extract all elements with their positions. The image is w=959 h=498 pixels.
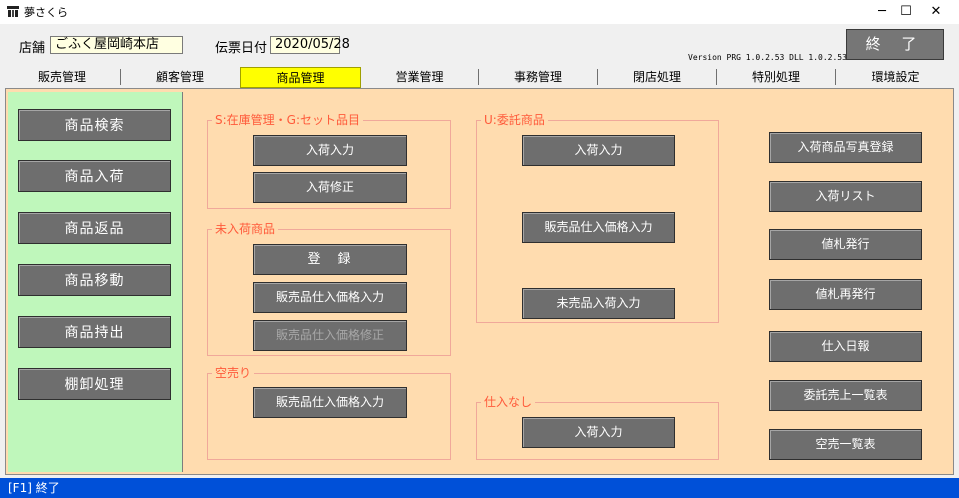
- empty-sale-list-button[interactable]: 空売一覧表: [769, 429, 922, 460]
- tab-business[interactable]: 営業管理: [361, 67, 478, 88]
- store-label: 店舗: [19, 41, 46, 56]
- status-text: [F1] 終了: [8, 481, 60, 495]
- stock-arrival-input-button[interactable]: 入荷入力: [253, 135, 407, 166]
- price-tag-issue-button[interactable]: 値札発行: [769, 229, 922, 260]
- tab-settings[interactable]: 環境設定: [836, 67, 955, 88]
- version-text: Version PRG 1.0.2.53 DLL 1.0.2.53: [688, 53, 847, 62]
- date-field[interactable]: 2020/05/28: [270, 36, 350, 54]
- app-logo-icon: [6, 5, 20, 18]
- empty-sale-group-title: 空売り: [212, 366, 255, 380]
- price-tag-reissue-button[interactable]: 値札再発行: [769, 279, 922, 310]
- product-arrival-button[interactable]: 商品入荷: [18, 160, 171, 192]
- stock-arrival-edit-button[interactable]: 入荷修正: [253, 172, 407, 203]
- tab-special[interactable]: 特別処理: [717, 67, 835, 88]
- consignment-arrival-input-button[interactable]: 入荷入力: [522, 135, 675, 166]
- no-purchase-group-title: 仕入なし: [481, 395, 536, 409]
- product-move-button[interactable]: 商品移動: [18, 264, 171, 296]
- exit-button[interactable]: 終 了: [846, 29, 944, 60]
- arrival-list-button[interactable]: 入荷リスト: [769, 181, 922, 212]
- arrival-photo-register-button[interactable]: 入荷商品写真登録: [769, 132, 922, 163]
- tab-bar: 販売管理 顧客管理 商品管理 営業管理 事務管理 閉店処理 特別処理 環境設定: [4, 67, 955, 88]
- consignment-cost-input-button[interactable]: 販売品仕入価格入力: [522, 212, 675, 243]
- empty-sale-cost-input-button[interactable]: 販売品仕入価格入力: [253, 387, 407, 418]
- tab-closing[interactable]: 閉店処理: [598, 67, 716, 88]
- purchase-daily-report-button[interactable]: 仕入日報: [769, 331, 922, 362]
- store-field[interactable]: ごふく屋岡崎本店: [50, 36, 183, 54]
- tab-customers[interactable]: 顧客管理: [121, 67, 239, 88]
- no-purchase-arrival-input-button[interactable]: 入荷入力: [522, 417, 675, 448]
- date-label: 伝票日付: [215, 41, 268, 56]
- tab-sales[interactable]: 販売管理: [4, 67, 120, 88]
- register-button[interactable]: 登 録: [253, 244, 407, 275]
- product-return-button[interactable]: 商品返品: [18, 212, 171, 244]
- sold-item-cost-input-button[interactable]: 販売品仕入価格入力: [253, 282, 407, 313]
- product-takeout-button[interactable]: 商品持出: [18, 316, 171, 348]
- unsold-arrival-input-button[interactable]: 未売品入荷入力: [522, 288, 675, 319]
- tab-office[interactable]: 事務管理: [479, 67, 597, 88]
- inventory-button[interactable]: 棚卸処理: [18, 368, 171, 400]
- product-search-button[interactable]: 商品検索: [18, 109, 171, 141]
- title-bar: [0, 0, 959, 24]
- not-arrived-group-title: 未入荷商品: [212, 222, 279, 236]
- consignment-sales-list-button[interactable]: 委託売上一覧表: [769, 380, 922, 411]
- sold-item-cost-edit-button[interactable]: 販売品仕入価格修正: [253, 320, 407, 351]
- consignment-group-title: U:委託商品: [481, 113, 548, 127]
- stock-group-title: S:在庫管理・G:セット品目: [212, 113, 364, 127]
- window-title: 夢さくら: [24, 6, 68, 19]
- tab-products[interactable]: 商品管理: [240, 67, 361, 88]
- close-button[interactable]: ✕: [913, 0, 959, 24]
- status-bar: [F1] 終了: [0, 478, 959, 498]
